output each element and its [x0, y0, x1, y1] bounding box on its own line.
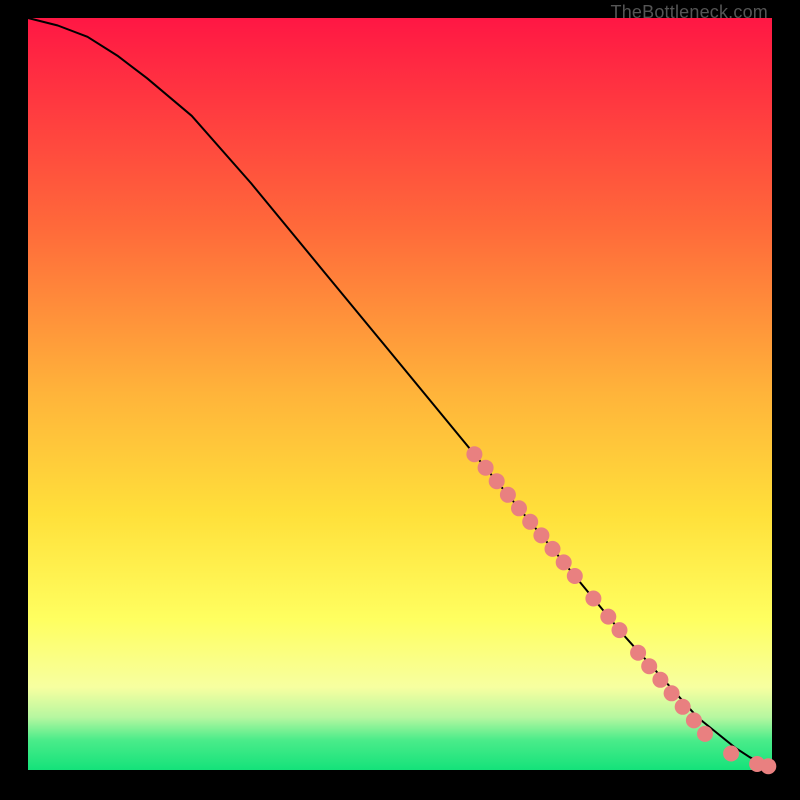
data-point [630, 645, 646, 661]
chart-root: TheBottleneck.com [0, 0, 800, 800]
data-point [500, 487, 516, 503]
data-point [511, 500, 527, 516]
data-point [567, 568, 583, 584]
data-point [664, 685, 680, 701]
plot-area [28, 18, 772, 770]
data-point [585, 591, 601, 607]
data-point [522, 514, 538, 530]
data-point [652, 672, 668, 688]
data-point [556, 554, 572, 570]
chart-svg [0, 0, 800, 800]
data-point [675, 699, 691, 715]
data-point [533, 527, 549, 543]
data-point [641, 658, 657, 674]
data-point [612, 622, 628, 638]
data-point [545, 541, 561, 557]
data-point [489, 473, 505, 489]
data-point [723, 746, 739, 762]
data-point [466, 446, 482, 462]
data-point [478, 460, 494, 476]
data-point [697, 726, 713, 742]
data-point [686, 712, 702, 728]
data-point [760, 758, 776, 774]
data-point [600, 609, 616, 625]
attribution-label: TheBottleneck.com [611, 2, 768, 23]
